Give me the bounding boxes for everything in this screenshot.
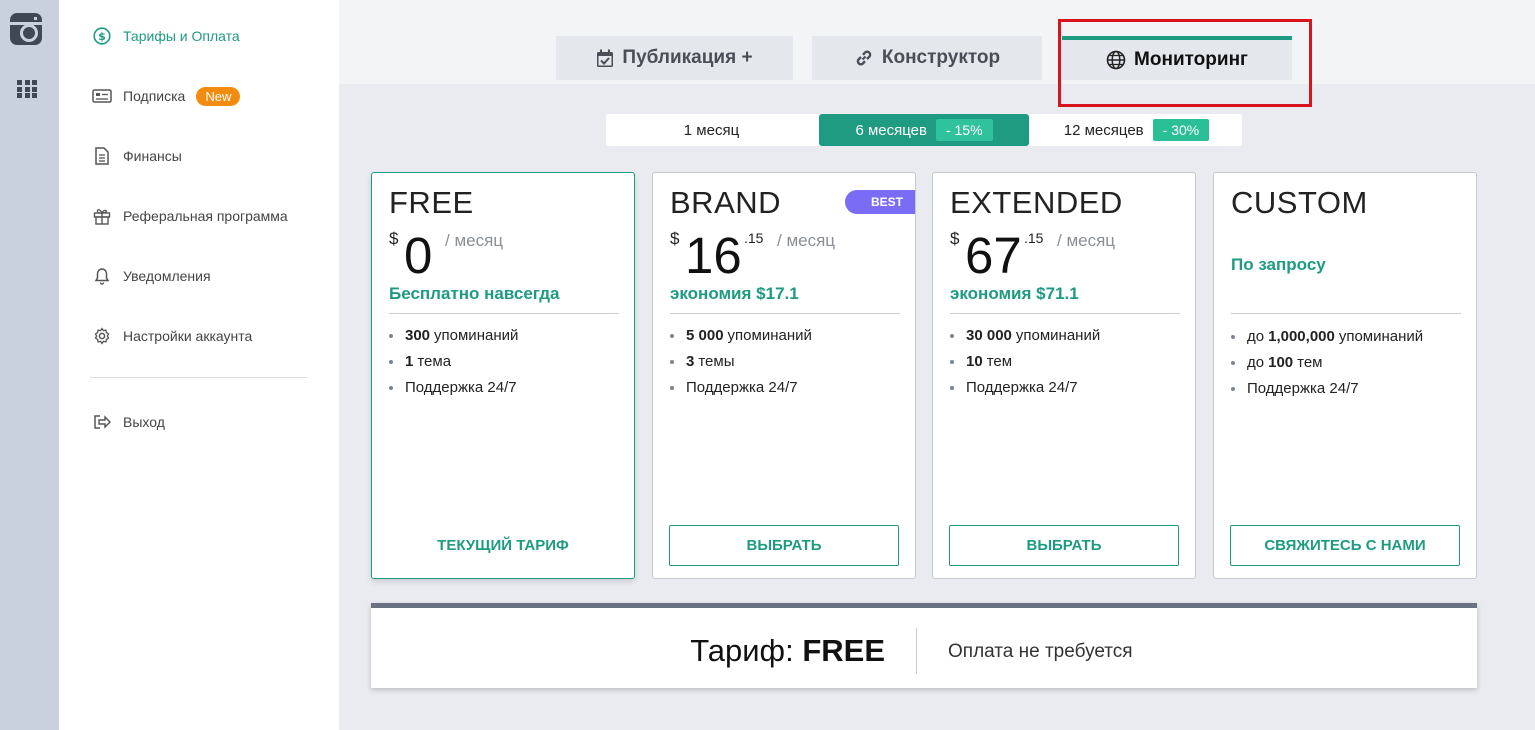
gear-icon <box>92 326 112 346</box>
tab-publication[interactable]: Публикация + <box>556 36 793 80</box>
price-amount: 0 <box>404 227 433 284</box>
price-amount: 67 <box>965 227 1022 284</box>
feature-item: 3 темы <box>670 353 734 370</box>
price-period: / месяц <box>777 231 836 250</box>
globe-icon <box>1106 50 1126 70</box>
link-icon <box>854 48 874 68</box>
best-badge: BEST <box>844 190 915 214</box>
period-12-months[interactable]: 12 месяцев - 30% <box>1031 114 1242 146</box>
svg-text:$: $ <box>98 30 106 43</box>
feature-item: 300 упоминаний <box>389 327 518 344</box>
feature-item: Поддержка 24/7 <box>670 379 798 396</box>
feature-item: до 1,000,000 упоминаний <box>1231 328 1423 345</box>
price-period: / месяц <box>445 231 504 250</box>
summary-plan: Тариф: FREE <box>690 633 885 669</box>
sidebar-item-tariffs[interactable]: $ Тарифы и Оплата <box>92 24 240 48</box>
period-label: 12 месяцев <box>1063 121 1144 139</box>
summary-plan-name: FREE <box>802 633 885 668</box>
tab-label: Мониторинг <box>1134 49 1248 70</box>
card-divider <box>389 313 619 314</box>
sidebar-item-subscription[interactable]: Подписка New <box>92 84 241 108</box>
select-brand-button[interactable]: ВЫБРАТЬ <box>669 525 899 566</box>
sidebar-item-notifications[interactable]: Уведомления <box>92 264 211 288</box>
calendar-check-icon <box>596 49 614 68</box>
feature-item: Поддержка 24/7 <box>1231 380 1359 397</box>
sidebar: $ Тарифы и Оплата Подписка New Финансы Р… <box>59 0 339 730</box>
plan-subtitle: Бесплатно навсегда <box>389 284 560 303</box>
icon-rail <box>0 0 59 730</box>
sidebar-item-label: Тарифы и Оплата <box>123 28 240 44</box>
sidebar-item-label: Реферальная программа <box>123 208 288 224</box>
feature-item: Поддержка 24/7 <box>389 379 517 396</box>
plan-name: FREE <box>389 185 474 220</box>
tab-label: Публикация + <box>622 47 753 68</box>
plan-name: BRAND <box>670 185 782 220</box>
tab-label: Конструктор <box>881 47 1001 68</box>
select-extended-button[interactable]: ВЫБРАТЬ <box>949 525 1179 566</box>
tab-monitoring[interactable]: Мониторинг <box>1062 36 1292 80</box>
current-plan-summary: Тариф: FREE Оплата не требуется <box>371 603 1477 688</box>
plan-subtitle: экономия $71.1 <box>950 284 1079 303</box>
price-cents: .15 <box>744 230 764 246</box>
app-logo-icon[interactable] <box>10 13 42 45</box>
plan-subtitle: экономия $17.1 <box>670 284 799 303</box>
feature-item: 5 000 упоминаний <box>670 327 812 344</box>
period-1-month[interactable]: 1 месяц <box>606 114 817 146</box>
period-6-months[interactable]: 6 месяцев - 15% <box>819 114 1029 146</box>
sidebar-item-label: Финансы <box>123 148 182 164</box>
contact-us-button[interactable]: СВЯЖИТЕСЬ С НАМИ <box>1230 525 1460 566</box>
feature-item: 1 тема <box>389 353 451 370</box>
feature-item: 30 000 упоминаний <box>950 327 1100 344</box>
document-icon <box>92 146 112 166</box>
sidebar-item-logout[interactable]: Выход <box>92 410 165 434</box>
summary-prefix: Тариф: <box>690 633 794 668</box>
sidebar-item-referral[interactable]: Реферальная программа <box>92 204 288 228</box>
summary-divider <box>916 628 917 674</box>
card-divider <box>1231 313 1461 314</box>
sidebar-item-finance[interactable]: Финансы <box>92 144 182 168</box>
feature-item: 10 тем <box>950 353 1012 370</box>
period-label: 6 месяцев <box>855 121 927 139</box>
sidebar-item-label: Подписка <box>123 88 186 104</box>
plan-name: CUSTOM <box>1231 185 1368 220</box>
discount-badge: - 15% <box>935 119 993 141</box>
plan-card-free: FREE $ 0 / месяц Бесплатно навсегда 300 у… <box>371 172 635 579</box>
currency-symbol: $ <box>389 229 399 248</box>
price-cents: .15 <box>1024 230 1044 246</box>
dollar-circle-icon: $ <box>92 26 112 46</box>
apps-grid-icon[interactable] <box>17 80 37 98</box>
price-period: / месяц <box>1057 231 1116 250</box>
discount-badge: - 30% <box>1152 119 1210 141</box>
sidebar-item-account-settings[interactable]: Настройки аккаунта <box>92 324 252 348</box>
feature-item: до 100 тем <box>1231 354 1323 371</box>
currency-symbol: $ <box>950 229 960 248</box>
card-divider <box>670 313 900 314</box>
gift-icon <box>92 206 112 226</box>
logout-icon <box>92 412 112 432</box>
feature-item: Поддержка 24/7 <box>950 379 1078 396</box>
new-badge: New <box>196 86 241 106</box>
tab-constructor[interactable]: Конструктор <box>812 36 1042 80</box>
current-plan-button: ТЕКУЩИЙ ТАРИФ <box>388 525 618 566</box>
plan-card-custom: CUSTOM По запросу до 1,000,000 упоминаний … <box>1213 172 1477 579</box>
sidebar-item-label: Выход <box>123 414 165 430</box>
plan-card-brand: BRAND BEST $ 16 .15 / месяц экономия $17… <box>652 172 916 579</box>
plan-card-extended: EXTENDED $ 67 .15 / месяц экономия $71.1… <box>932 172 1196 579</box>
sidebar-item-label: Настройки аккаунта <box>123 328 253 344</box>
period-label: 1 месяц <box>683 121 740 139</box>
sidebar-item-label: Уведомления <box>123 268 211 284</box>
billing-period-selector: 1 месяц 6 месяцев - 15% 12 месяцев - 30% <box>606 114 1242 146</box>
bell-icon <box>92 266 112 286</box>
card-icon <box>92 86 112 106</box>
currency-symbol: $ <box>670 229 680 248</box>
plan-name: EXTENDED <box>950 185 1123 220</box>
sidebar-divider <box>90 377 307 378</box>
summary-note: Оплата не требуется <box>948 641 1133 662</box>
price-amount: 16 <box>685 227 742 284</box>
card-divider <box>950 313 1180 314</box>
plan-subtitle: По запросу <box>1231 255 1326 274</box>
